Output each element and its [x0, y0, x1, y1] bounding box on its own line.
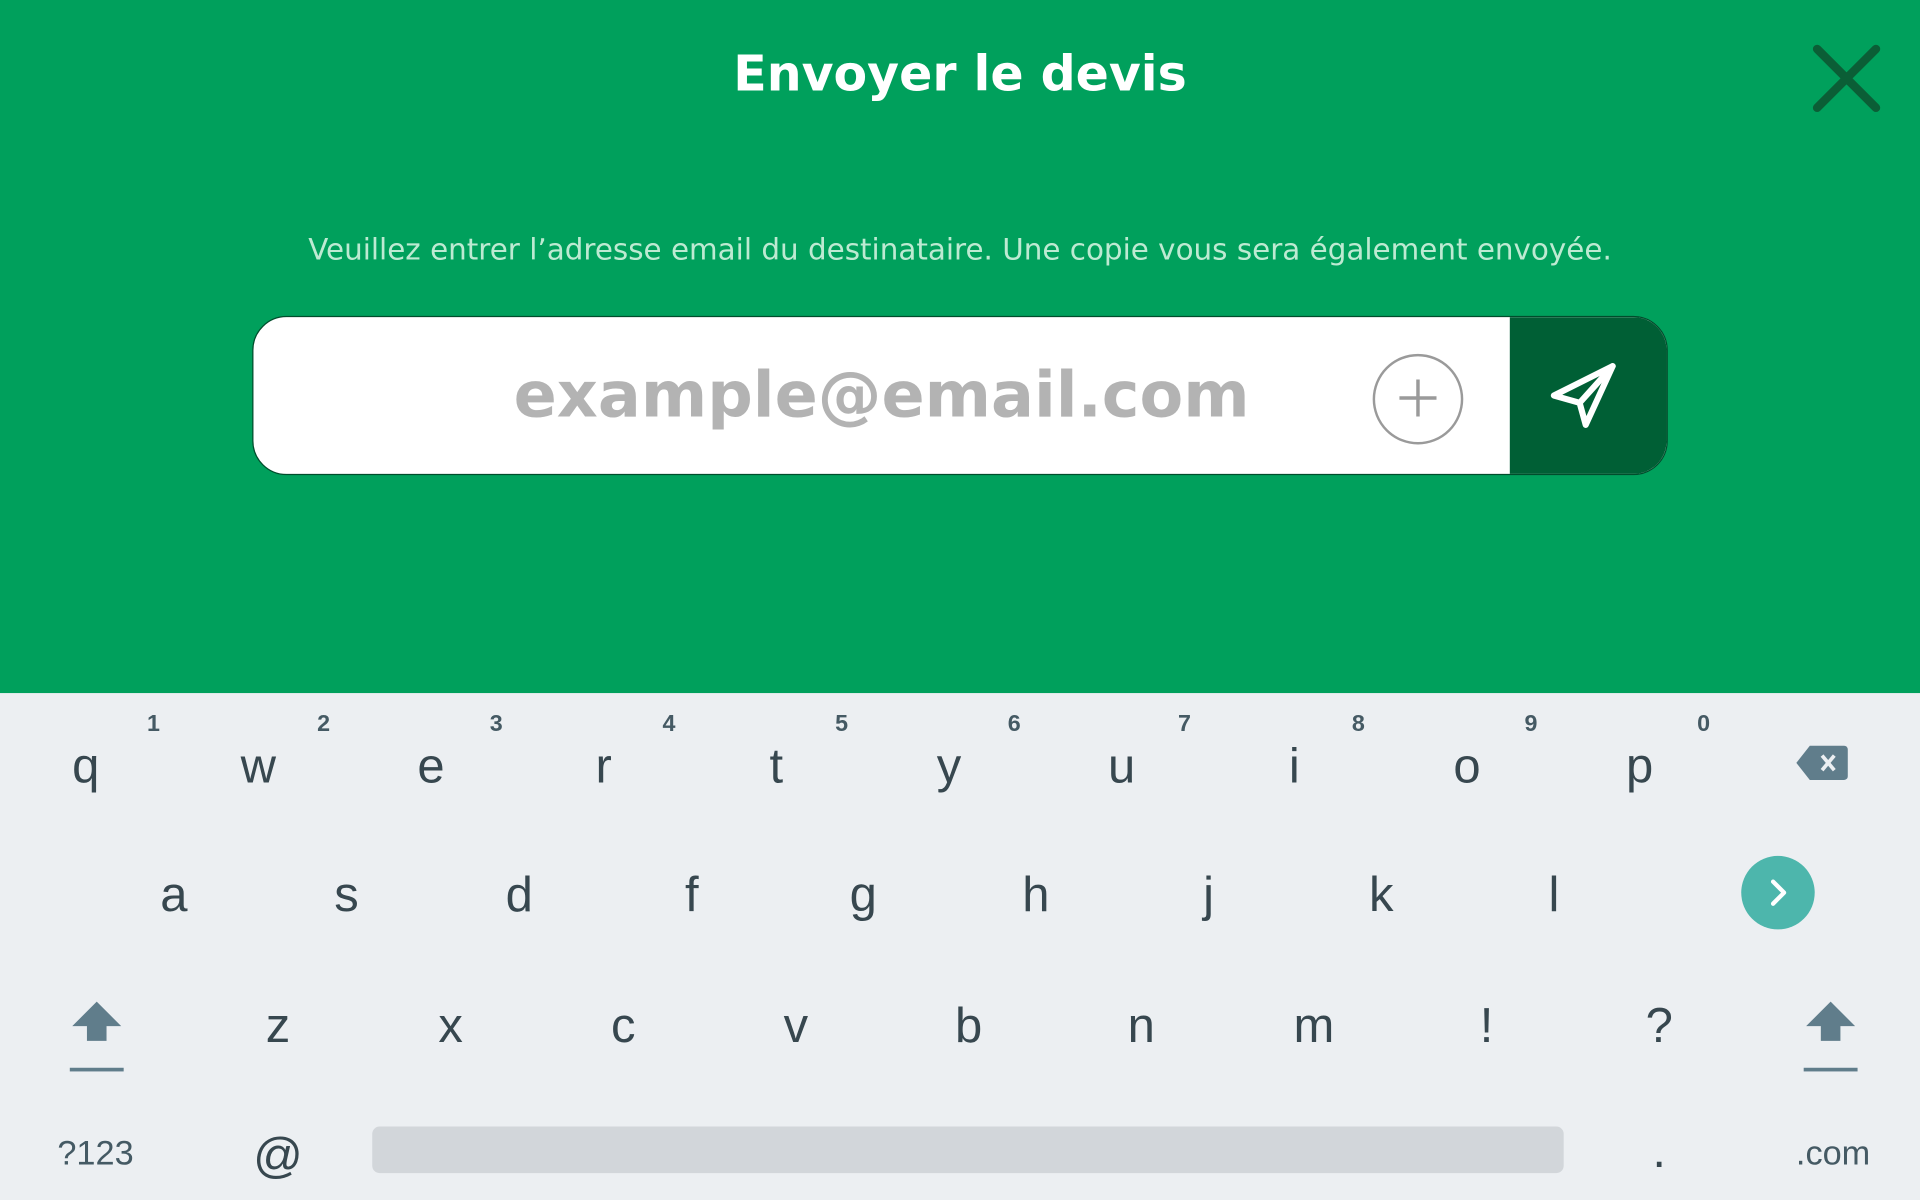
send-quote-dialog: Envoyer le devis Veuillez entrer l’adres… — [0, 0, 1920, 694]
instruction-text: Veuillez entrer l’adresse email du desti… — [308, 232, 1612, 267]
key-hint: 7 — [1177, 711, 1191, 738]
chevron-right-icon — [1770, 879, 1787, 906]
key-hint: 2 — [317, 711, 331, 738]
key-c[interactable]: c — [587, 1002, 660, 1051]
key-hint: 9 — [1524, 711, 1538, 738]
key-v[interactable]: v — [759, 1002, 832, 1051]
key-b[interactable]: b — [932, 1002, 1005, 1051]
shift-icon[interactable] — [67, 997, 126, 1075]
key-n[interactable]: n — [1104, 1002, 1177, 1051]
send-button[interactable] — [1509, 317, 1667, 474]
key-t[interactable]: t5 — [740, 713, 849, 791]
space-bar[interactable] — [372, 1126, 1564, 1174]
key-j[interactable]: j — [1172, 871, 1245, 920]
key-hint: 5 — [835, 711, 849, 738]
key-i[interactable]: i8 — [1258, 713, 1365, 791]
key-question[interactable]: ? — [1622, 1002, 1695, 1051]
key-d[interactable]: d — [482, 871, 555, 920]
key-period[interactable]: . — [1622, 1127, 1695, 1176]
key-l[interactable]: l — [1517, 871, 1590, 920]
key-k[interactable]: k — [1345, 871, 1418, 920]
key-z[interactable]: z — [241, 1002, 314, 1051]
key-e[interactable]: e3 — [394, 713, 502, 791]
key-y[interactable]: y6 — [912, 713, 1021, 791]
key-q[interactable]: q1 — [49, 713, 160, 791]
symbols-key[interactable]: ?123 — [47, 1136, 145, 1170]
key-s[interactable]: s — [310, 871, 383, 920]
paper-plane-icon — [1550, 363, 1616, 428]
on-screen-keyboard: q1 w2 e3 r4 t5 y6 u7 i8 o9 p0 a s d f g … — [0, 693, 1920, 1200]
key-g[interactable]: g — [827, 871, 900, 920]
add-recipient-button[interactable] — [1372, 353, 1464, 445]
key-p[interactable]: p0 — [1603, 713, 1710, 791]
shift-icon[interactable] — [1801, 997, 1860, 1075]
key-hint: 8 — [1351, 711, 1365, 738]
backspace-icon[interactable] — [1795, 744, 1849, 781]
key-hint: 3 — [489, 711, 503, 738]
key-a[interactable]: a — [137, 871, 210, 920]
key-h[interactable]: h — [999, 871, 1072, 920]
go-button[interactable] — [1741, 855, 1815, 930]
key-u[interactable]: u7 — [1085, 713, 1191, 791]
key-r[interactable]: r4 — [567, 713, 676, 791]
dialog-title: Envoyer le devis — [733, 46, 1187, 103]
key-exclamation[interactable]: ! — [1450, 1002, 1523, 1051]
key-hint: 6 — [1007, 711, 1021, 738]
email-input[interactable] — [253, 317, 1510, 474]
key-hint: 4 — [662, 711, 676, 738]
plus-circle-icon — [1399, 379, 1437, 417]
key-x[interactable]: x — [414, 1002, 487, 1051]
email-field-group — [252, 315, 1668, 476]
key-m[interactable]: m — [1277, 1002, 1350, 1051]
dotcom-key[interactable]: .com — [1778, 1136, 1888, 1170]
key-o[interactable]: o9 — [1430, 713, 1537, 791]
key-w[interactable]: w2 — [222, 713, 330, 791]
key-hint: 0 — [1697, 711, 1711, 738]
key-f[interactable]: f — [655, 871, 728, 920]
key-hint: 1 — [146, 711, 160, 738]
close-icon[interactable] — [1812, 44, 1881, 113]
key-at[interactable]: @ — [241, 1131, 314, 1180]
